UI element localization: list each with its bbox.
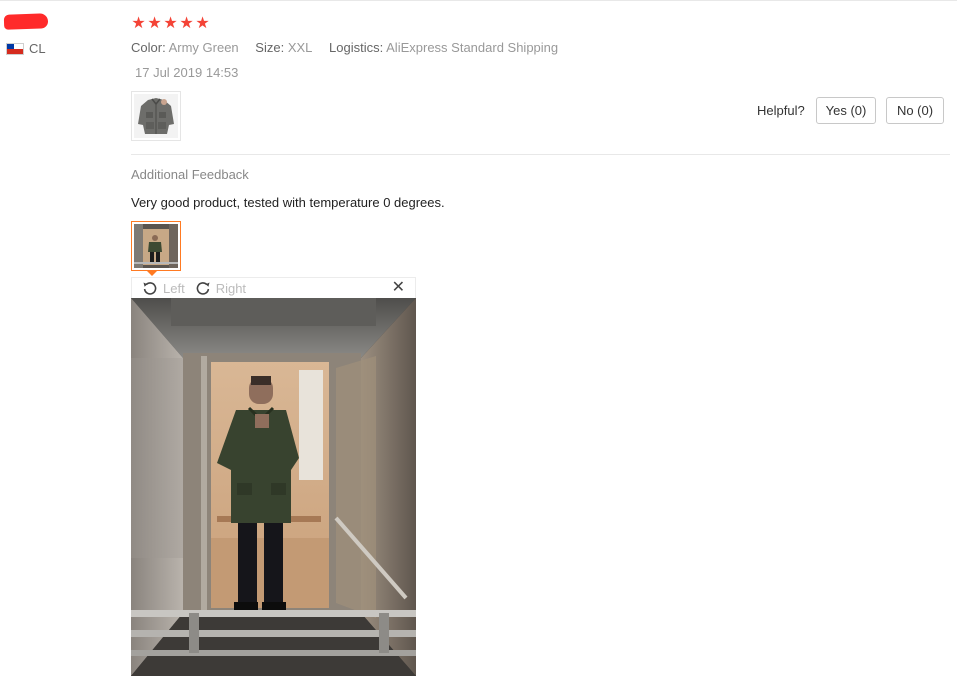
- rotate-right-label: Right: [215, 280, 247, 296]
- helpful-yes-button[interactable]: Yes (0): [816, 97, 876, 124]
- elevator-photo-thumb: [134, 224, 178, 268]
- rotate-left-button[interactable]: Left: [142, 280, 185, 296]
- star-rating: ★ ★ ★ ★ ★: [131, 15, 210, 33]
- logistics-label: Logistics:: [329, 40, 384, 55]
- color-label: Color:: [131, 40, 166, 55]
- selected-thumbnail-indicator: [146, 270, 158, 276]
- logistics-value: AliExpress Standard Shipping: [386, 40, 559, 55]
- star-icon: ★: [163, 15, 178, 32]
- review-photo-thumbnail[interactable]: [131, 91, 181, 141]
- section-divider: [131, 154, 950, 155]
- additional-photo-thumbnail[interactable]: [131, 221, 181, 271]
- rotate-left-label: Left: [163, 280, 185, 296]
- image-viewer-toolbar: Left Right ✕: [131, 277, 416, 298]
- close-icon[interactable]: ✕: [392, 279, 405, 297]
- user-country: CL: [6, 41, 46, 56]
- top-divider: [0, 0, 957, 1]
- size-label: Size:: [255, 40, 285, 55]
- rotate-right-button[interactable]: Right: [195, 280, 246, 296]
- enlarged-review-photo: [131, 298, 416, 676]
- country-code: CL: [29, 41, 46, 56]
- size-value: XXL: [287, 40, 313, 55]
- order-attributes: Color: Army Green Size: XXL Logistics: A…: [131, 40, 558, 55]
- redacted-username: [3, 13, 49, 30]
- chile-flag-icon: [6, 42, 24, 55]
- star-icon: ★: [147, 15, 162, 32]
- jacket-photo: [134, 94, 178, 138]
- additional-feedback-text: Very good product, tested with temperatu…: [131, 195, 445, 210]
- star-icon: ★: [195, 15, 210, 32]
- color-value: Army Green: [168, 40, 239, 55]
- helpful-label: Helpful?: [757, 103, 805, 118]
- star-icon: ★: [131, 15, 146, 32]
- review-date: 17 Jul 2019 14:53: [135, 65, 239, 80]
- rotate-left-icon: [143, 282, 157, 295]
- star-icon: ★: [179, 15, 194, 32]
- helpful-no-button[interactable]: No (0): [886, 97, 944, 124]
- elevator-selfie-photo: [131, 298, 416, 676]
- rotate-right-icon: [196, 282, 210, 295]
- additional-feedback-title: Additional Feedback: [131, 167, 249, 182]
